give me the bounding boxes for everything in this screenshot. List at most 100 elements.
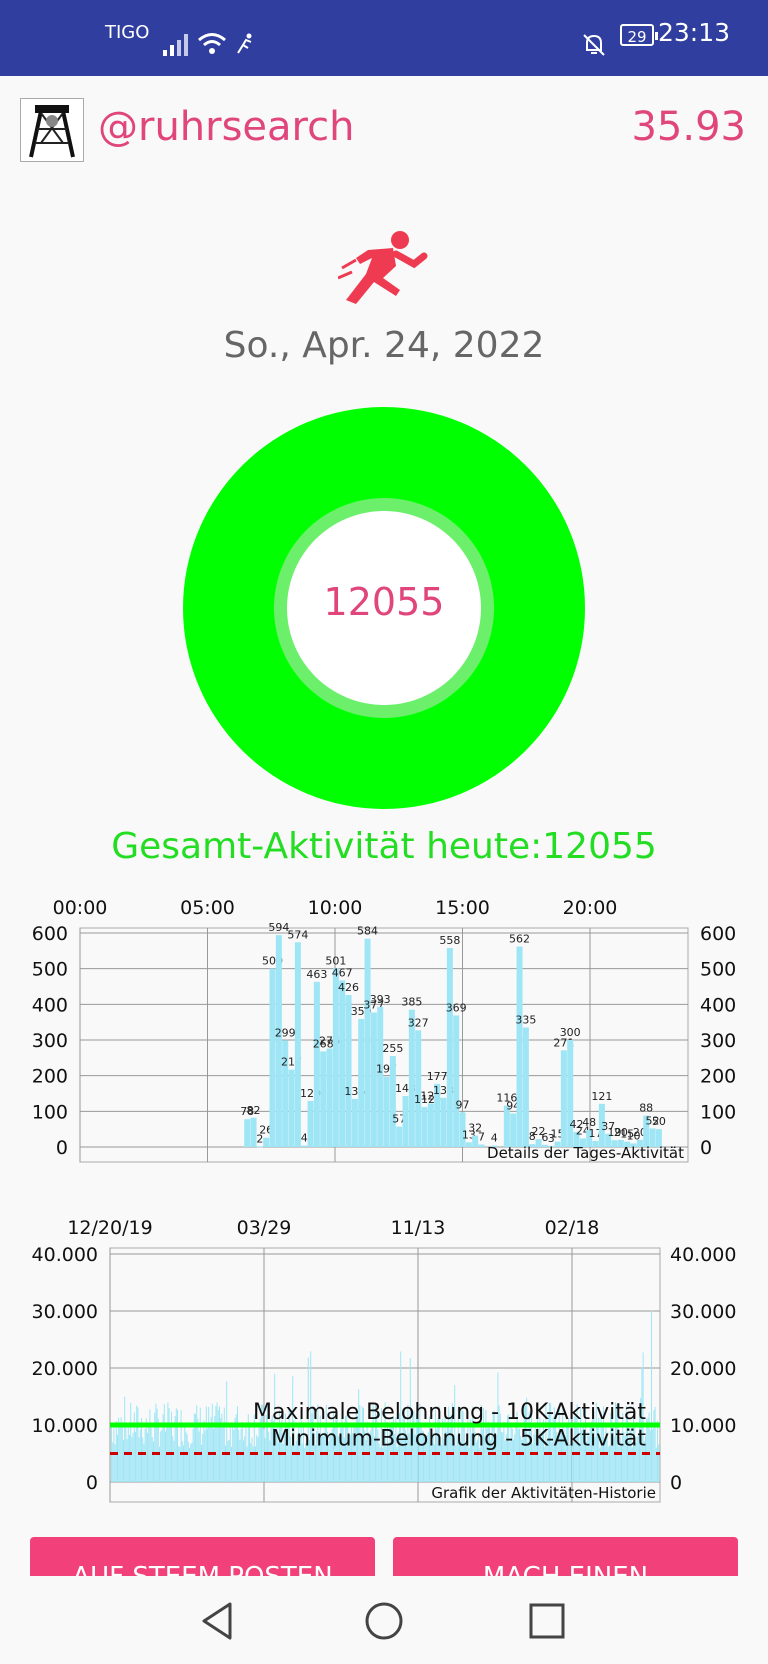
history-bar bbox=[652, 1429, 654, 1482]
bar bbox=[453, 1015, 460, 1147]
data-label: 584 bbox=[357, 925, 378, 938]
bar bbox=[339, 980, 346, 1147]
navigation-bar bbox=[0, 1576, 768, 1664]
data-label: 300 bbox=[560, 1026, 581, 1039]
history-bar bbox=[213, 1428, 214, 1482]
history-bar bbox=[252, 1446, 254, 1482]
y-tick-label-right: 40.000 bbox=[670, 1244, 736, 1266]
carrier-label: TIGO bbox=[105, 22, 150, 43]
history-bar bbox=[255, 1446, 256, 1482]
history-bar bbox=[131, 1437, 133, 1482]
y-tick-label-left: 200 bbox=[32, 1066, 68, 1088]
data-label: 463 bbox=[306, 968, 327, 981]
history-bar bbox=[256, 1435, 258, 1482]
history-bar bbox=[168, 1408, 170, 1482]
history-bar bbox=[198, 1431, 200, 1482]
data-label: 501 bbox=[325, 954, 346, 967]
bar bbox=[313, 981, 320, 1147]
bar bbox=[440, 1097, 447, 1147]
history-bar bbox=[226, 1381, 228, 1482]
back-icon[interactable] bbox=[192, 1594, 246, 1648]
activity-status-icon bbox=[237, 33, 252, 54]
bar bbox=[269, 968, 276, 1147]
data-label: 426 bbox=[338, 981, 359, 994]
bar bbox=[389, 1056, 396, 1147]
history-bar bbox=[121, 1422, 123, 1482]
history-bar bbox=[143, 1443, 145, 1482]
history-bar bbox=[259, 1419, 261, 1482]
bar bbox=[427, 1103, 434, 1147]
history-bar bbox=[153, 1441, 154, 1482]
history-bar bbox=[205, 1406, 207, 1482]
bar bbox=[351, 1098, 358, 1147]
x-tick-label: 00:00 bbox=[53, 897, 108, 919]
history-bar bbox=[197, 1418, 199, 1482]
bar bbox=[408, 1009, 415, 1147]
history-bar bbox=[228, 1440, 230, 1482]
history-bar bbox=[264, 1438, 266, 1482]
avatar[interactable] bbox=[20, 98, 84, 162]
bar bbox=[478, 1144, 485, 1147]
max-reward-label: Maximale Belohnung - 10K-Aktivität bbox=[253, 1400, 646, 1425]
home-icon[interactable] bbox=[357, 1594, 411, 1648]
y-tick-label-right: 100 bbox=[700, 1101, 736, 1123]
history-bar bbox=[126, 1439, 128, 1482]
y-tick-label-right: 200 bbox=[700, 1066, 736, 1088]
runner-icon bbox=[338, 231, 428, 304]
profile-header: @ruhrsearch 35.93 bbox=[0, 76, 768, 186]
bar bbox=[383, 1076, 390, 1147]
history-bar bbox=[189, 1447, 190, 1482]
y-tick-label-right: 0 bbox=[670, 1472, 682, 1494]
bell-off-icon bbox=[583, 34, 605, 56]
history-bar bbox=[135, 1431, 136, 1482]
recents-icon[interactable] bbox=[520, 1594, 574, 1648]
history-bar bbox=[147, 1432, 148, 1482]
data-label: 177 bbox=[427, 1070, 448, 1083]
data-label: 335 bbox=[515, 1014, 536, 1027]
history-bar bbox=[654, 1407, 656, 1482]
y-tick-label-left: 500 bbox=[32, 959, 68, 981]
data-label: 558 bbox=[439, 934, 460, 947]
history-bar bbox=[178, 1446, 180, 1482]
wifi-icon bbox=[198, 33, 226, 54]
bar bbox=[364, 938, 371, 1147]
history-bar bbox=[149, 1409, 151, 1482]
history-bar bbox=[268, 1431, 270, 1482]
history-bar bbox=[250, 1443, 252, 1482]
data-label: 385 bbox=[401, 996, 422, 1009]
history-bar bbox=[150, 1427, 152, 1482]
bar bbox=[465, 1142, 472, 1147]
history-bar bbox=[304, 1447, 306, 1482]
data-label: 121 bbox=[591, 1090, 612, 1103]
history-bar bbox=[112, 1442, 114, 1482]
history-bar bbox=[258, 1425, 260, 1482]
history-bar bbox=[245, 1424, 247, 1482]
y-tick-label-right: 20.000 bbox=[670, 1358, 736, 1380]
history-bar bbox=[137, 1407, 139, 1482]
data-label: 574 bbox=[287, 928, 308, 941]
history-bar bbox=[132, 1432, 134, 1482]
chart-title: Details der Tages-Aktivität bbox=[487, 1144, 684, 1162]
bar bbox=[244, 1119, 251, 1147]
status-bar: TIGO 29 23:13 bbox=[0, 0, 768, 76]
history-bar bbox=[257, 1437, 259, 1482]
history-bar bbox=[385, 1446, 387, 1482]
balance-value: 35.93 bbox=[631, 104, 746, 150]
x-tick-label: 15:00 bbox=[435, 897, 490, 919]
history-bar bbox=[181, 1441, 183, 1482]
history-bar bbox=[249, 1422, 250, 1482]
x-tick-label: 05:00 bbox=[180, 897, 235, 919]
history-bar bbox=[239, 1439, 241, 1482]
x-tick-label: 12/20/19 bbox=[67, 1217, 152, 1239]
history-bar bbox=[233, 1430, 235, 1482]
history-bar bbox=[123, 1439, 124, 1482]
history-bar bbox=[211, 1403, 213, 1482]
y-tick-label-right: 500 bbox=[700, 959, 736, 981]
history-bar bbox=[119, 1425, 121, 1482]
activity-date: So., Apr. 24, 2022 bbox=[223, 325, 545, 366]
history-bar bbox=[208, 1406, 210, 1482]
history-bar bbox=[142, 1437, 144, 1482]
y-tick-label-right: 10.000 bbox=[670, 1415, 736, 1437]
y-tick-label-left: 40.000 bbox=[32, 1244, 98, 1266]
data-label: 467 bbox=[332, 966, 353, 979]
